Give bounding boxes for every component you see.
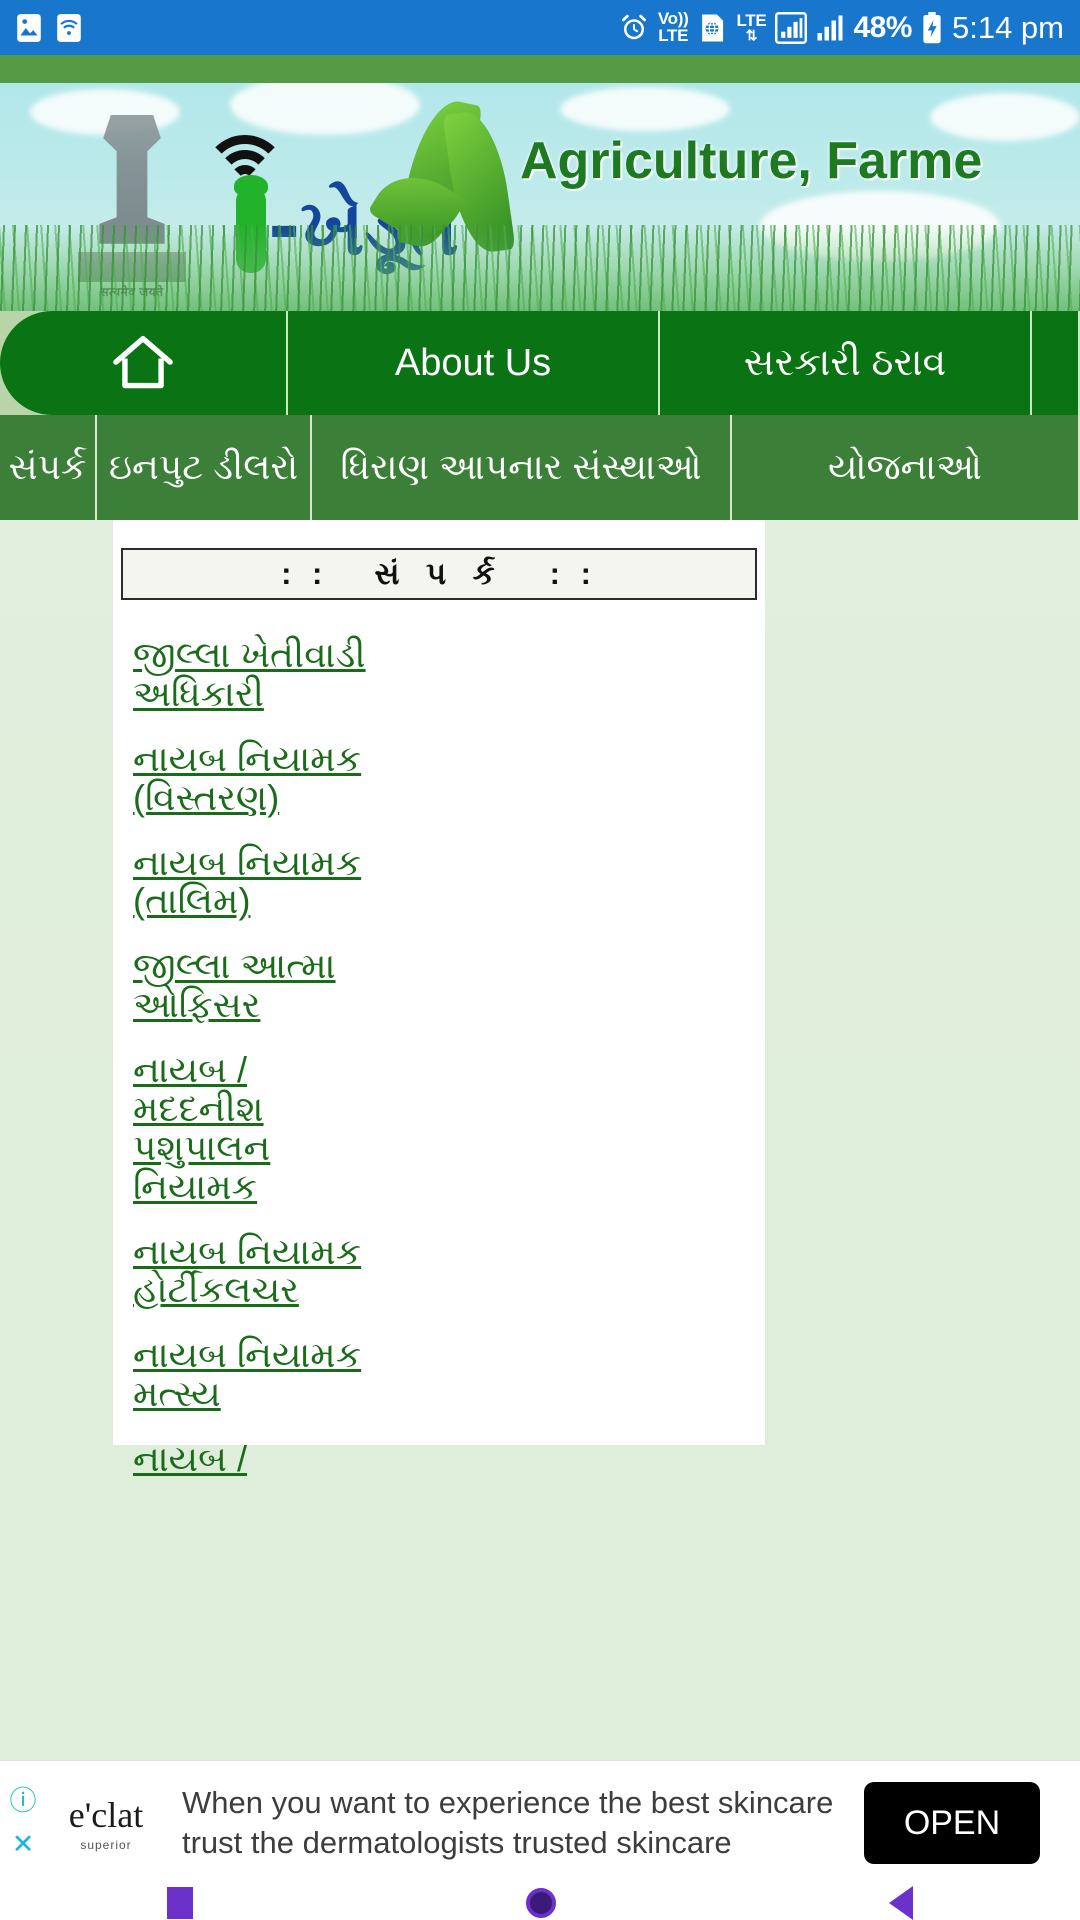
volte-bottom: LTE <box>658 25 689 45</box>
nav-item-home[interactable] <box>0 311 288 415</box>
ad-open-button[interactable]: OPEN <box>864 1782 1040 1864</box>
signal-bars-icon-1 <box>775 11 808 44</box>
list-item[interactable]: નાયબ નિયામક મત્સ્ય <box>133 1335 383 1414</box>
list-item[interactable]: નાયબ નિયામક (તાલિમ) <box>133 843 383 922</box>
nav-label-sampark: સંપર્ક <box>8 446 87 487</box>
title-dots-left: : : <box>281 556 329 591</box>
data-arrows: ⇅ <box>745 26 758 43</box>
status-bar: Vo)) LTE LTE ⇅ 48% 5:14 pm <box>0 0 1080 55</box>
battery-charging-icon <box>921 11 943 44</box>
nav-item-sampark[interactable]: સંપર્ક <box>0 415 97 520</box>
page-title: : : સં પ ર્ક : : <box>121 548 757 600</box>
list-item[interactable]: નાયબ / મદદનીશ પશુપાલન નિયામક <box>133 1050 383 1207</box>
lte-data-icon: LTE ⇅ <box>736 12 766 43</box>
secondary-nav: સંપર્ક ઇનપુટ ડીલરો ધિરાણ આપનાર સંસ્થાઓ ય… <box>0 415 1080 520</box>
list-item[interactable]: નાયબ નિયામક (વિસ્તરણ) <box>133 739 383 818</box>
nav-label-sarkari-tharav: સરકારી ઠરાવ <box>743 341 947 384</box>
page-body: : : સં પ ર્ક : : જીલ્લા ખેતીવાડી અધિકારી… <box>0 520 1080 1760</box>
home-button-icon[interactable] <box>525 1887 556 1918</box>
ad-advertiser-logo: e'clat superior <box>46 1794 166 1852</box>
close-icon[interactable]: ✕ <box>12 1831 35 1858</box>
alarm-icon <box>619 13 649 43</box>
primary-nav: About Us સરકારી ઠરાવ <box>0 311 1080 415</box>
list-item[interactable]: જીલ્લા ખેતીવાડી અધિકારી <box>133 635 383 714</box>
screen: Vo)) LTE LTE ⇅ 48% 5:14 pm Agriculture, … <box>0 0 1080 1920</box>
nav-item-lending-institutions[interactable]: ધિરાણ આપનાર સંસ્થાઓ <box>312 415 732 520</box>
ad-brand-name: e'clat <box>68 1795 144 1835</box>
nav-item-yojanao[interactable]: યોજનાઓ <box>732 415 1080 520</box>
ad-copy-text: When you want to experience the best ski… <box>182 1785 834 1860</box>
grass-decoration <box>0 225 1080 311</box>
title-dots-right: : : <box>549 556 597 591</box>
signal-bars-icon-2 <box>816 13 844 43</box>
nav-label-about-us: About Us <box>394 341 552 384</box>
clock-time: 5:14 pm <box>951 9 1064 45</box>
sim-globe-icon <box>697 12 727 44</box>
back-icon[interactable] <box>889 1885 914 1920</box>
status-bar-right: Vo)) LTE LTE ⇅ 48% 5:14 pm <box>619 10 1064 46</box>
ad-brand-tagline: superior <box>80 1838 132 1852</box>
nav-item-sarkari-tharav[interactable]: સરકારી ઠરાવ <box>660 311 1032 415</box>
nav-item-more[interactable] <box>1032 311 1080 415</box>
home-icon <box>112 335 174 391</box>
contact-link-list: જીલ્લા ખેતીવાડી અધિકારી નાયબ નિયામક (વિસ… <box>133 635 765 1479</box>
nav-item-input-dealers[interactable]: ઇનપુટ ડીલરો <box>97 415 312 520</box>
info-icon[interactable]: ⓘ <box>10 1788 37 1815</box>
list-item[interactable]: નાયબ / <box>133 1439 383 1479</box>
title-label: સં પ ર્ક <box>374 555 504 591</box>
wifi-icon <box>56 13 82 43</box>
recents-icon[interactable] <box>166 1886 193 1919</box>
list-item[interactable]: નાયબ નિયામક હોર્ટીકલચર <box>133 1232 383 1311</box>
nav-label-input-dealers: ઇનપુટ ડીલરો <box>108 446 299 487</box>
nav-item-about-us[interactable]: About Us <box>288 311 660 415</box>
volte-icon: Vo)) LTE <box>658 10 689 45</box>
battery-percent: 48% <box>853 10 912 44</box>
ad-banner[interactable]: ⓘ ✕ e'clat superior When you want to exp… <box>0 1760 1080 1885</box>
site-banner: सत्यमेव जयते -ખેડૂત Agriculture, Farme <box>0 83 1080 311</box>
ad-meta-controls: ⓘ ✕ <box>0 1761 46 1885</box>
system-navigation-bar <box>0 1885 1080 1920</box>
status-bar-left <box>16 13 82 43</box>
content-card: : : સં પ ર્ક : : જીલ્લા ખેતીવાડી અધિકારી… <box>113 520 765 1478</box>
header-green-strip <box>0 55 1080 83</box>
list-item[interactable]: જીલ્લા આત્મા ઓફિસર <box>133 946 383 1025</box>
nav-label-yojanao: યોજનાઓ <box>828 446 982 487</box>
nav-label-lending-institutions: ધિરાણ આપનાર સંસ્થાઓ <box>340 446 702 487</box>
image-icon <box>16 13 42 43</box>
banner-title: Agriculture, Farme <box>520 132 983 190</box>
